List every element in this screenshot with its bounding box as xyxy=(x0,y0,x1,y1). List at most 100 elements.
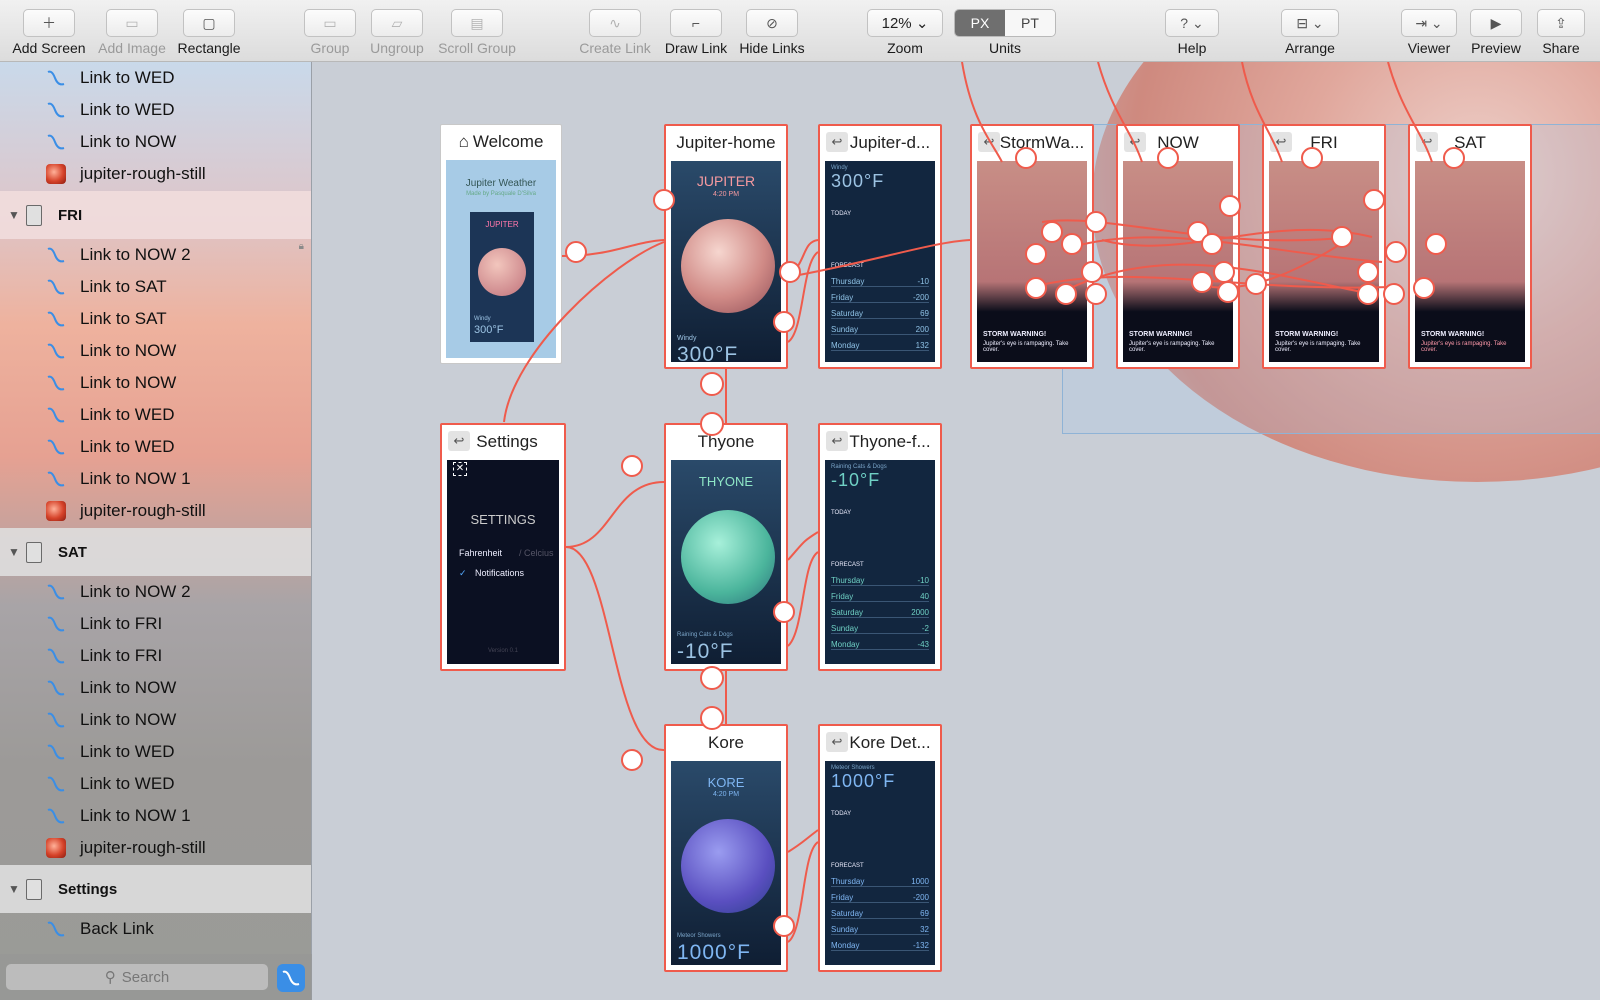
draw-link-tool[interactable]: ⌐ Draw Link xyxy=(662,0,730,62)
link-handle[interactable] xyxy=(773,601,795,623)
layer-item[interactable]: jupiter-rough-still xyxy=(0,158,311,190)
link-handle[interactable] xyxy=(1357,283,1379,305)
link-handle-forward[interactable] xyxy=(700,412,724,436)
scroll-group-tool[interactable]: ▤ Scroll Group xyxy=(434,0,520,62)
link-handle[interactable] xyxy=(1041,221,1063,243)
share-tool[interactable]: ⇪ Share xyxy=(1536,0,1586,62)
link-handle[interactable] xyxy=(1157,147,1179,169)
layer-item[interactable]: Link to WED xyxy=(0,736,311,768)
link-handle[interactable] xyxy=(779,261,801,283)
link-handle-forward[interactable] xyxy=(700,706,724,730)
link-line[interactable] xyxy=(565,481,665,548)
disclosure-triangle-icon[interactable]: ▼ xyxy=(8,208,20,222)
link-handle[interactable] xyxy=(653,189,675,211)
link-handle[interactable] xyxy=(1085,211,1107,233)
search-input[interactable]: ⚲ Search xyxy=(6,964,268,990)
layer-item[interactable]: Link to NOW xyxy=(0,367,311,399)
link-handle[interactable] xyxy=(773,311,795,333)
layer-item[interactable]: Link to WED xyxy=(0,94,311,126)
link-handle-back[interactable] xyxy=(700,372,724,396)
link-handle[interactable] xyxy=(1061,233,1083,255)
layer-item[interactable]: Link to NOW 2 🔒︎ xyxy=(0,239,311,271)
create-link-tool[interactable]: ∿ Create Link xyxy=(576,0,654,62)
link-handle-forward[interactable] xyxy=(1213,261,1235,283)
link-line[interactable] xyxy=(1211,236,1353,289)
zoom-select[interactable]: 12% ⌄ xyxy=(867,9,943,37)
link-handle[interactable] xyxy=(1025,243,1047,265)
link-line[interactable] xyxy=(565,546,665,752)
link-handle[interactable] xyxy=(1245,273,1267,295)
units-px-button[interactable]: PX xyxy=(955,10,1005,36)
link-handle[interactable] xyxy=(1443,147,1465,169)
disclosure-triangle-icon[interactable]: ▼ xyxy=(8,545,20,559)
layer-item[interactable]: Back Link xyxy=(0,913,311,945)
link-handle[interactable] xyxy=(1025,277,1047,299)
viewer-tool[interactable]: ⇥ ⌄ Viewer xyxy=(1400,0,1458,62)
zoom-control[interactable]: 12% ⌄ Zoom xyxy=(866,0,944,62)
link-handle-forward[interactable] xyxy=(1357,261,1379,283)
link-handle[interactable] xyxy=(1015,147,1037,169)
planet-image-icon xyxy=(46,838,66,858)
help-tool[interactable]: ? ⌄ Help xyxy=(1164,0,1220,62)
layer-item[interactable]: Link to WED xyxy=(0,768,311,800)
link-handle[interactable] xyxy=(1301,147,1323,169)
link-handle[interactable] xyxy=(1331,226,1353,248)
layer-item[interactable]: Link to SAT xyxy=(0,271,311,303)
link-handle[interactable] xyxy=(1363,189,1385,211)
link-handle[interactable] xyxy=(1383,283,1405,305)
hide-links-tool[interactable]: ⊘ Hide Links xyxy=(736,0,808,62)
link-line[interactable] xyxy=(787,239,971,278)
layer-item[interactable]: Link to FRI xyxy=(0,608,311,640)
link-handle[interactable] xyxy=(621,455,643,477)
link-handle[interactable] xyxy=(1055,283,1077,305)
group-header-sat[interactable]: ▼ SAT xyxy=(0,528,311,576)
group-tool[interactable]: ▭ Group xyxy=(302,0,358,62)
add-image-tool[interactable]: ▭ Add Image xyxy=(96,0,168,62)
layer-item[interactable]: Link to NOW 2 xyxy=(0,576,311,608)
layer-item[interactable]: Link to FRI xyxy=(0,640,311,672)
link-handle[interactable] xyxy=(1201,233,1223,255)
layer-item[interactable]: Link to NOW 1 xyxy=(0,463,311,495)
rectangle-tool[interactable]: ▢ Rectangle xyxy=(176,0,242,62)
layer-item[interactable]: jupiter-rough-still xyxy=(0,495,311,527)
add-screen-tool[interactable]: ＋ Add Screen xyxy=(10,0,88,62)
link-handle[interactable] xyxy=(1385,241,1407,263)
group-header-fri[interactable]: ▼ FRI xyxy=(0,191,311,239)
ungroup-tool[interactable]: ▱ Ungroup xyxy=(368,0,426,62)
layer-item[interactable]: Link to NOW xyxy=(0,335,311,367)
arrange-tool[interactable]: ⊟ ⌄ Arrange xyxy=(1280,0,1340,62)
link-line[interactable] xyxy=(961,62,1003,163)
link-handle[interactable] xyxy=(1413,277,1435,299)
group-header-settings[interactable]: ▼ Settings xyxy=(0,865,311,913)
link-line[interactable] xyxy=(1097,62,1143,163)
layer-item[interactable]: Link to NOW 1 xyxy=(0,800,311,832)
layer-item[interactable]: Link to WED xyxy=(0,431,311,463)
link-handle[interactable] xyxy=(1425,233,1447,255)
link-line[interactable] xyxy=(787,551,819,647)
layer-item[interactable]: jupiter-rough-still xyxy=(0,832,311,864)
link-handle[interactable] xyxy=(1085,283,1107,305)
disclosure-triangle-icon[interactable]: ▼ xyxy=(8,882,20,896)
link-handle-back[interactable] xyxy=(700,666,724,690)
link-handle[interactable] xyxy=(621,749,643,771)
layer-item[interactable]: Link to NOW xyxy=(0,672,311,704)
link-handle[interactable] xyxy=(1191,271,1213,293)
link-handle[interactable] xyxy=(1219,195,1241,217)
link-handle[interactable] xyxy=(565,241,587,263)
layer-item[interactable]: Link to NOW xyxy=(0,704,311,736)
link-handle[interactable] xyxy=(1217,281,1239,303)
lock-icon[interactable]: 🔒︎ xyxy=(299,241,304,252)
layer-item[interactable]: Link to WED xyxy=(0,62,311,94)
link-handle[interactable] xyxy=(773,915,795,937)
preview-tool[interactable]: ▶ Preview xyxy=(1468,0,1524,62)
link-handle-back[interactable] xyxy=(1081,261,1103,283)
design-canvas[interactable]: ⌂ Welcome Jupiter Weather Made by Pasqual… xyxy=(312,62,1600,1000)
units-pt-button[interactable]: PT xyxy=(1005,10,1055,36)
link-filter-button[interactable] xyxy=(277,964,305,992)
link-line[interactable] xyxy=(1387,62,1433,163)
link-line[interactable] xyxy=(503,241,665,423)
layer-item[interactable]: Link to WED xyxy=(0,399,311,431)
layer-item[interactable]: Link to NOW xyxy=(0,126,311,158)
layer-item[interactable]: Link to SAT xyxy=(0,303,311,335)
link-line[interactable] xyxy=(1241,62,1283,163)
